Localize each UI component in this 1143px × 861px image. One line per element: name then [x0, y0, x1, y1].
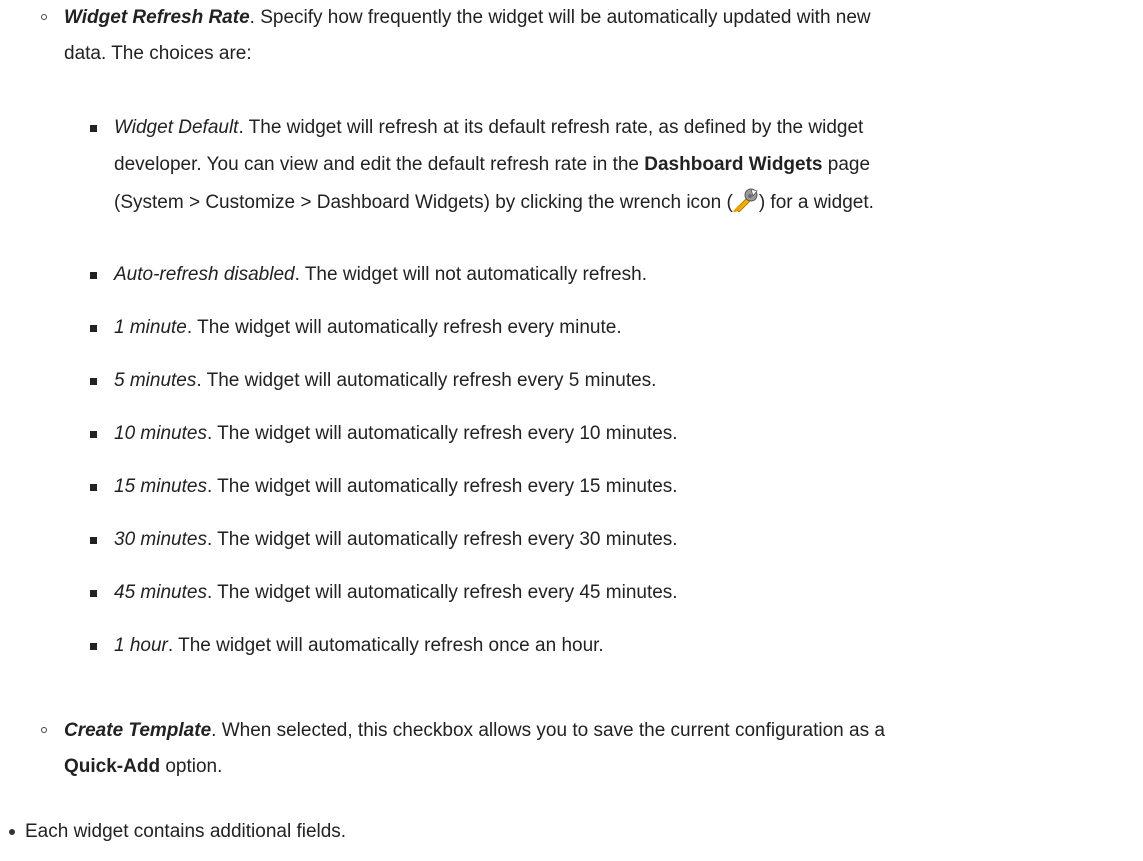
- option-auto-refresh-disabled: Auto-refresh disabled. The widget will n…: [114, 260, 647, 290]
- widget-default-line-3: (System > Customize > Dashboard Widgets)…: [114, 188, 874, 218]
- option-text: . The widget will automatically refresh …: [206, 582, 678, 603]
- final-bullet-text: Each widget contains additional fields.: [25, 817, 346, 847]
- create-template-line-2: Quick-Add option.: [64, 752, 222, 782]
- option-term: Auto-refresh disabled: [114, 264, 295, 285]
- widget-default-text-2: developer. You can view and edit the def…: [114, 154, 645, 175]
- option-term: 45 minutes: [114, 582, 207, 603]
- create-template-line-1: Create Template. When selected, this che…: [64, 716, 885, 746]
- option-term: 1 hour: [114, 635, 168, 656]
- square-bullet-icon: [90, 125, 97, 132]
- wrench-icon: [733, 188, 759, 213]
- square-bullet-icon: [90, 537, 97, 544]
- dashboard-widgets-link[interactable]: Dashboard Widgets: [644, 154, 822, 175]
- option-text: . The widget will automatically refresh …: [196, 370, 657, 391]
- widget-default-text-3: (System > Customize > Dashboard Widgets)…: [114, 192, 733, 213]
- option-term: 10 minutes: [114, 423, 207, 444]
- refresh-rate-text-2: data. The choices are:: [64, 43, 252, 64]
- option-text: . The widget will automatically refresh …: [206, 529, 678, 550]
- widget-default-term: Widget Default: [114, 117, 239, 138]
- square-bullet-icon: [90, 325, 97, 332]
- square-bullet-icon: [90, 431, 97, 438]
- disc-bullet-icon: [9, 829, 15, 835]
- option-term: 30 minutes: [114, 529, 207, 550]
- refresh-rate-line-2: data. The choices are:: [64, 39, 252, 69]
- option-term: 1 minute: [114, 317, 187, 338]
- circle-bullet-icon: [41, 14, 47, 20]
- option-5-minutes: 5 minutes. The widget will automatically…: [114, 366, 656, 396]
- option-text: . The widget will not automatically refr…: [294, 264, 647, 285]
- option-term: 5 minutes: [114, 370, 197, 391]
- option-text: . The widget will automatically refresh …: [167, 635, 604, 656]
- refresh-rate-text-1: . Specify how frequently the widget will…: [249, 7, 871, 28]
- create-template-text-1: . When selected, this checkbox allows yo…: [211, 720, 885, 741]
- widget-default-text-2b: page: [822, 154, 871, 175]
- option-1-hour: 1 hour. The widget will automatically re…: [114, 631, 604, 661]
- option-term: 15 minutes: [114, 476, 207, 497]
- refresh-rate-term: Widget Refresh Rate: [64, 7, 250, 28]
- widget-default-text-3b: ) for a widget.: [758, 192, 874, 213]
- widget-default-line-2: developer. You can view and edit the def…: [114, 150, 870, 180]
- option-text: . The widget will automatically refresh …: [206, 423, 678, 444]
- square-bullet-icon: [90, 378, 97, 385]
- refresh-rate-line-1: Widget Refresh Rate. Specify how frequen…: [64, 3, 871, 33]
- widget-default-line-1: Widget Default. The widget will refresh …: [114, 113, 863, 143]
- option-10-minutes: 10 minutes. The widget will automaticall…: [114, 419, 678, 449]
- square-bullet-icon: [90, 590, 97, 597]
- square-bullet-icon: [90, 643, 97, 650]
- final-bullet-label: Each widget contains additional fields.: [25, 821, 347, 842]
- option-45-minutes: 45 minutes. The widget will automaticall…: [114, 578, 678, 608]
- option-text: . The widget will automatically refresh …: [186, 317, 622, 338]
- circle-bullet-icon: [41, 727, 47, 733]
- create-template-term: Create Template: [64, 720, 212, 741]
- option-15-minutes: 15 minutes. The widget will automaticall…: [114, 472, 678, 502]
- square-bullet-icon: [90, 484, 97, 491]
- option-30-minutes: 30 minutes. The widget will automaticall…: [114, 525, 678, 555]
- widget-default-text-1: . The widget will refresh at its default…: [238, 117, 864, 138]
- create-template-text-2: option.: [160, 756, 223, 777]
- option-text: . The widget will automatically refresh …: [206, 476, 678, 497]
- square-bullet-icon: [90, 272, 97, 279]
- quick-add-link[interactable]: Quick-Add: [64, 756, 160, 777]
- option-1-minute: 1 minute. The widget will automatically …: [114, 313, 622, 343]
